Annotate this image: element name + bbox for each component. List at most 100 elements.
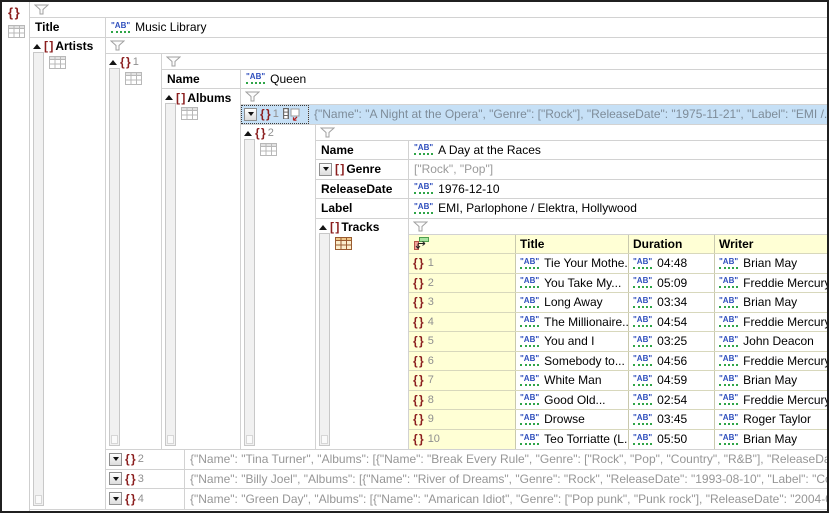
- column-header-duration[interactable]: Duration: [629, 235, 715, 254]
- expand-button[interactable]: [109, 453, 122, 466]
- collapse-arrow-icon[interactable]: [319, 225, 327, 230]
- track-duration-cell[interactable]: "AB"03:25: [629, 332, 715, 351]
- track-duration-cell[interactable]: "AB"04:48: [629, 254, 715, 273]
- column-header-title[interactable]: Title: [516, 235, 629, 254]
- track-duration-cell[interactable]: "AB"02:54: [629, 391, 715, 410]
- artist-3-row-collapsed[interactable]: { } 3 {"Name": "Billy Joel", "Albums": […: [106, 470, 827, 490]
- field-value-cell[interactable]: "AB" EMI, Parlophone / Elektra, Hollywoo…: [409, 199, 827, 218]
- artist-1-node-cell[interactable]: { } 1: [106, 54, 162, 450]
- track-row[interactable]: { }4 "AB"The Millionaire... "AB"04:54 "A…: [409, 313, 827, 333]
- track-index-cell[interactable]: { }6: [409, 352, 516, 371]
- artist-4-preview-cell[interactable]: {"Name": "Green Day", "Albums": [{"Name"…: [185, 489, 827, 509]
- field-value-cell[interactable]: "AB" 1976-12-10: [409, 180, 827, 199]
- expand-button[interactable]: [109, 472, 122, 485]
- album-1-preview-cell[interactable]: {"Name": "A Night at the Opera", "Genre"…: [309, 105, 827, 124]
- track-writer-cell[interactable]: "AB"Brian May: [715, 293, 827, 312]
- expand-button[interactable]: [109, 492, 122, 505]
- filter-icon[interactable]: [245, 91, 260, 102]
- transpose-header-cell[interactable]: [409, 235, 516, 254]
- track-index-cell[interactable]: { }4: [409, 313, 516, 332]
- track-duration-cell[interactable]: "AB"04:59: [629, 371, 715, 390]
- artist-2-label-cell[interactable]: { } 2: [106, 450, 185, 469]
- artists-node-cell[interactable]: [ ] Artists: [30, 38, 106, 509]
- field-key-cell[interactable]: Name: [316, 141, 409, 160]
- collapse-arrow-icon[interactable]: [244, 131, 252, 136]
- track-title-cell[interactable]: "AB"Tie Your Mothe...: [516, 254, 629, 273]
- track-index-cell[interactable]: { }2: [409, 274, 516, 293]
- artist-2-row-collapsed[interactable]: { } 2 {"Name": "Tina Turner", "Albums": …: [106, 450, 827, 470]
- albums-node-cell[interactable]: [ ] Albums: [162, 89, 241, 449]
- album-1-row-selected[interactable]: { } 1: [241, 105, 827, 125]
- track-duration-cell[interactable]: "AB"03:45: [629, 410, 715, 429]
- track-duration-cell[interactable]: "AB"04:54: [629, 313, 715, 332]
- track-writer-cell[interactable]: "AB"Freddie Mercury: [715, 274, 827, 293]
- track-row[interactable]: { }10 "AB"Teo Torriatte (L... "AB"05:50 …: [409, 430, 827, 450]
- collapse-strip[interactable]: [244, 139, 255, 447]
- collapse-arrow-icon[interactable]: [165, 95, 173, 100]
- track-index-cell[interactable]: { }10: [409, 430, 516, 450]
- track-row[interactable]: { }2 "AB"You Take My... "AB"05:09 "AB"Fr…: [409, 274, 827, 294]
- track-title-cell[interactable]: "AB"White Man: [516, 371, 629, 390]
- track-row[interactable]: { }8 "AB"Good Old... "AB"02:54 "AB"Fredd…: [409, 391, 827, 411]
- track-writer-cell[interactable]: "AB"John Deacon: [715, 332, 827, 351]
- genre-key-cell[interactable]: [ ] Genre: [316, 160, 409, 179]
- track-duration-cell[interactable]: "AB"03:34: [629, 293, 715, 312]
- collapse-arrow-icon[interactable]: [33, 44, 41, 49]
- track-index-cell[interactable]: { }9: [409, 410, 516, 429]
- track-duration-cell[interactable]: "AB"04:56: [629, 352, 715, 371]
- title-key-cell[interactable]: Title: [30, 18, 106, 37]
- album-1-label-cell[interactable]: { } 1: [241, 105, 309, 124]
- root-node-cell[interactable]: { }: [2, 2, 30, 511]
- track-writer-cell[interactable]: "AB"Freddie Mercury: [715, 313, 827, 332]
- artist-3-preview-cell[interactable]: {"Name": "Billy Joel", "Albums": [{"Name…: [185, 470, 827, 489]
- artist-3-label-cell[interactable]: { } 3: [106, 470, 185, 489]
- name-value-cell[interactable]: "AB" Queen: [241, 70, 827, 89]
- field-value-cell[interactable]: "AB" A Day at the Races: [409, 141, 827, 160]
- track-title-cell[interactable]: "AB"Long Away: [516, 293, 629, 312]
- track-writer-cell[interactable]: "AB"Freddie Mercury: [715, 352, 827, 371]
- artist-4-row-collapsed[interactable]: { } 4 {"Name": "Green Day", "Albums": [{…: [106, 489, 827, 509]
- track-index-cell[interactable]: { }8: [409, 391, 516, 410]
- track-row[interactable]: { }9 "AB"Drowse "AB"03:45 "AB"Roger Tayl…: [409, 410, 827, 430]
- column-header-writer[interactable]: Writer: [715, 235, 827, 254]
- filter-icon[interactable]: [320, 127, 335, 138]
- track-writer-cell[interactable]: "AB"Brian May: [715, 371, 827, 390]
- track-row[interactable]: { }3 "AB"Long Away "AB"03:34 "AB"Brian M…: [409, 293, 827, 313]
- track-title-cell[interactable]: "AB"Good Old...: [516, 391, 629, 410]
- filter-icon[interactable]: [34, 4, 49, 15]
- filter-icon[interactable]: [166, 56, 181, 67]
- track-title-cell[interactable]: "AB"You and I: [516, 332, 629, 351]
- title-value-cell[interactable]: "AB" Music Library: [106, 18, 827, 37]
- track-index-cell[interactable]: { }1: [409, 254, 516, 273]
- track-writer-cell[interactable]: "AB"Brian May: [715, 254, 827, 273]
- track-writer-cell[interactable]: "AB"Freddie Mercury: [715, 391, 827, 410]
- track-index-cell[interactable]: { }7: [409, 371, 516, 390]
- name-key-cell[interactable]: Name: [162, 70, 241, 89]
- artist-2-preview-cell[interactable]: {"Name": "Tina Turner", "Albums": [{"Nam…: [185, 450, 827, 469]
- collapse-strip[interactable]: [33, 52, 44, 506]
- expand-button[interactable]: [244, 108, 257, 121]
- track-writer-cell[interactable]: "AB"Brian May: [715, 430, 827, 450]
- expand-button[interactable]: [319, 163, 332, 176]
- track-writer-cell[interactable]: "AB"Roger Taylor: [715, 410, 827, 429]
- collapse-strip[interactable]: [319, 233, 330, 447]
- track-row[interactable]: { }1 "AB"Tie Your Mothe... "AB"04:48 "AB…: [409, 254, 827, 274]
- genre-value-cell[interactable]: ["Rock", "Pop"]: [409, 160, 827, 179]
- collapse-strip[interactable]: [109, 68, 120, 447]
- collapse-strip[interactable]: [165, 103, 176, 446]
- field-key-cell[interactable]: Label: [316, 199, 409, 218]
- track-title-cell[interactable]: "AB"You Take My...: [516, 274, 629, 293]
- track-title-cell[interactable]: "AB"Teo Torriatte (L...: [516, 430, 629, 450]
- filter-icon[interactable]: [110, 40, 125, 51]
- album-2-node-cell[interactable]: { } 2: [241, 125, 316, 450]
- tracks-node-cell[interactable]: [ ] Tracks: [316, 219, 409, 450]
- track-row[interactable]: { }5 "AB"You and I "AB"03:25 "AB"John De…: [409, 332, 827, 352]
- field-key-cell[interactable]: ReleaseDate: [316, 180, 409, 199]
- track-row[interactable]: { }6 "AB"Somebody to... "AB"04:56 "AB"Fr…: [409, 352, 827, 372]
- artist-4-label-cell[interactable]: { } 4: [106, 489, 185, 509]
- track-duration-cell[interactable]: "AB"05:09: [629, 274, 715, 293]
- track-title-cell[interactable]: "AB"Drowse: [516, 410, 629, 429]
- transpose-table-icon[interactable]: [413, 236, 430, 251]
- track-duration-cell[interactable]: "AB"05:50: [629, 430, 715, 450]
- filter-icon[interactable]: [413, 221, 428, 232]
